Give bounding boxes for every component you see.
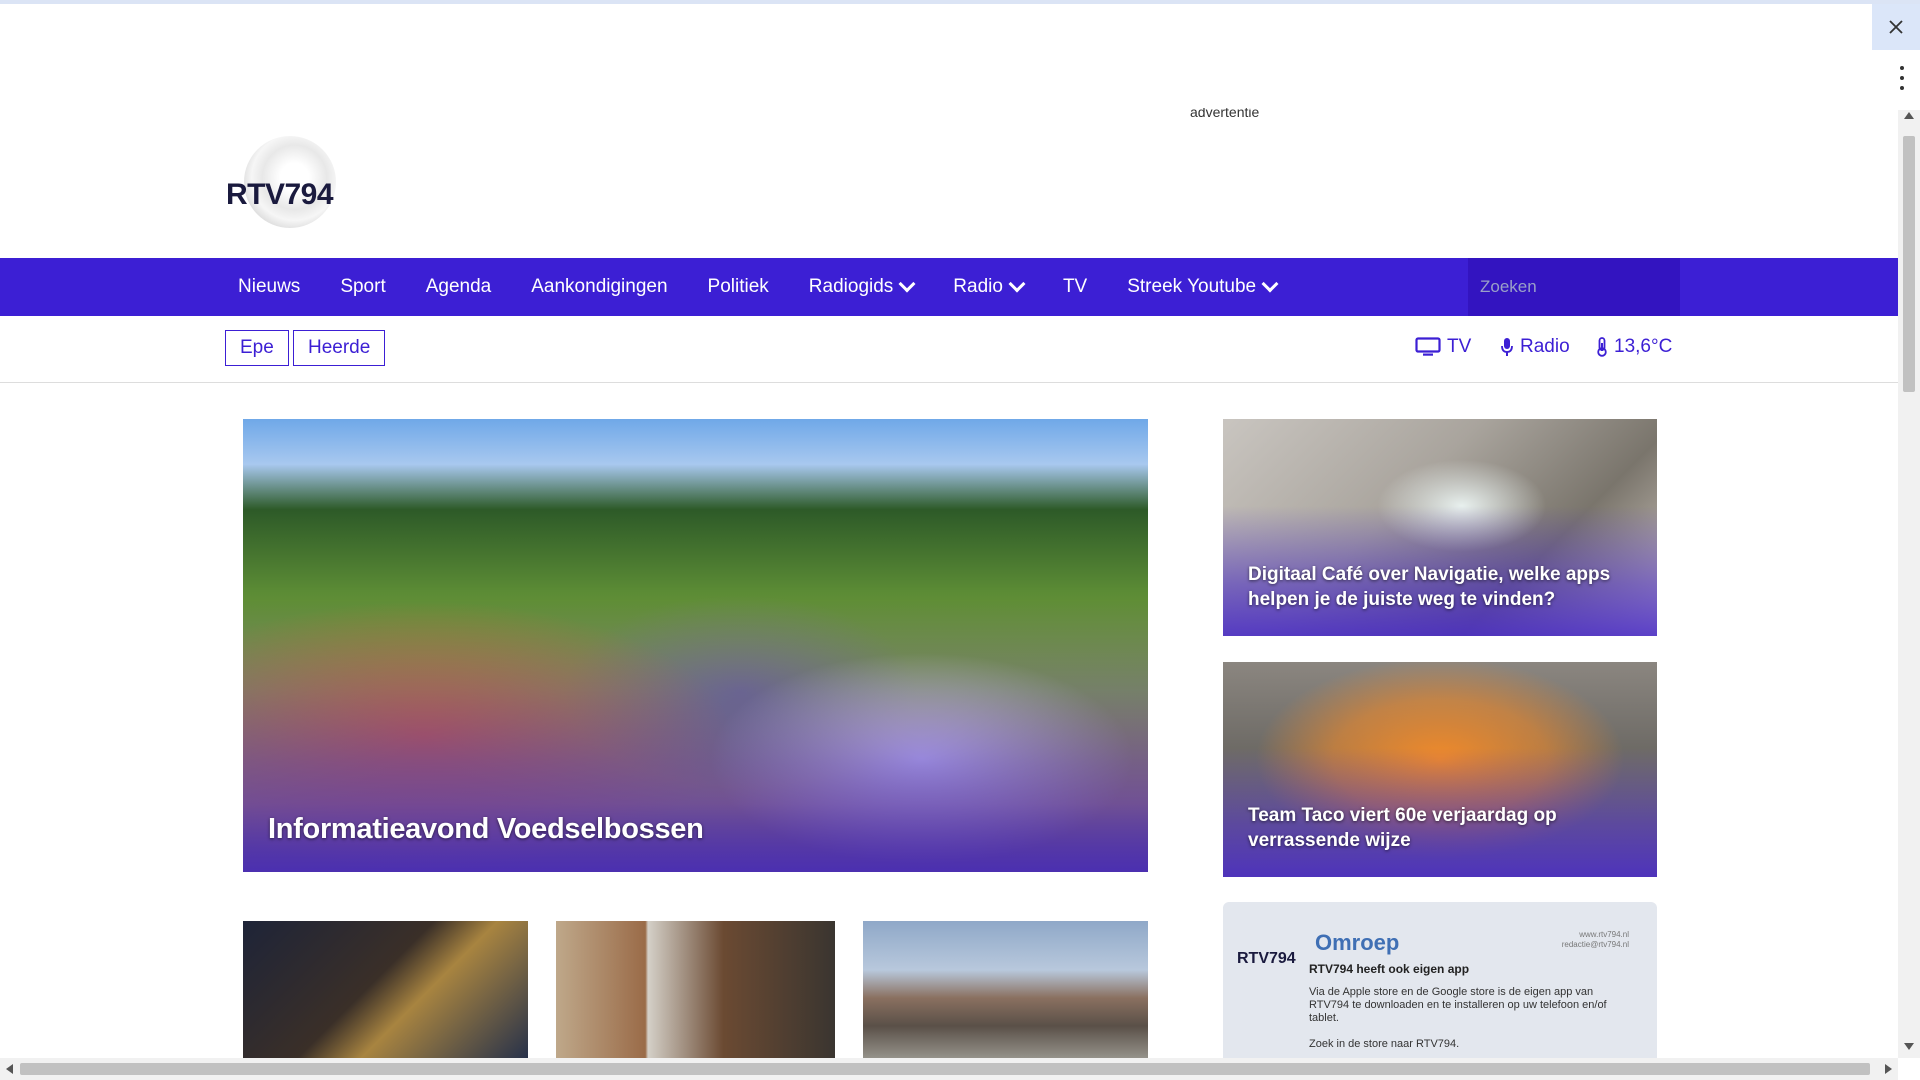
- kebab-dot-icon: [1900, 76, 1904, 80]
- sub-navigation: Epe Heerde TV Radio 13,6°C: [0, 316, 1898, 383]
- scroll-right-icon[interactable]: [1885, 1064, 1892, 1074]
- chevron-down-icon: [1261, 275, 1279, 293]
- app-promo-banner[interactable]: RTV794 Omroep www.rtv794.nl redactie@rtv…: [1223, 902, 1657, 1058]
- scrollbar-thumb[interactable]: [1903, 136, 1915, 392]
- search-input[interactable]: [1468, 258, 1680, 316]
- temperature-value: 13,6°C: [1614, 336, 1673, 357]
- logo-wordmark: RTV794: [226, 178, 334, 211]
- nav-item-nieuws[interactable]: Nieuws: [238, 276, 300, 298]
- promo-title: Omroep: [1315, 930, 1400, 955]
- weather-temperature: 13,6°C: [1596, 336, 1672, 358]
- nav-item-label: Aankondigingen: [531, 276, 668, 297]
- side-article-title-2: Team Taco viert 60e verjaardag op verras…: [1248, 805, 1557, 851]
- tv-link-label: TV: [1447, 336, 1472, 357]
- nav-item-sport[interactable]: Sport: [340, 276, 385, 298]
- chevron-down-icon: [898, 275, 916, 293]
- chevron-down-icon: [1008, 275, 1026, 293]
- kebab-dot-icon: [1900, 66, 1904, 70]
- close-button[interactable]: [1872, 4, 1920, 50]
- nav-item-aankondigingen[interactable]: Aankondigingen: [531, 276, 667, 298]
- close-icon: [1889, 20, 1903, 34]
- vertical-scrollbar[interactable]: [1898, 110, 1920, 1058]
- nav-item-label: Politiek: [707, 276, 769, 297]
- scrollbar-thumb[interactable]: [20, 1063, 1870, 1075]
- article-thumbnail-2[interactable]: [556, 921, 835, 1061]
- browser-viewport: advertentie RTV794 Nieuws Sport Agenda Aank…: [0, 0, 1920, 1080]
- side-article-card-1[interactable]: Digitaal Café over Navigatie, welke apps…: [1223, 419, 1657, 636]
- region-button-epe[interactable]: Epe: [225, 330, 289, 366]
- scroll-up-icon[interactable]: [1904, 112, 1914, 119]
- promo-cta: Zoek in de store naar RTV794.: [1309, 1038, 1460, 1050]
- thermometer-icon: [1597, 337, 1607, 357]
- nav-item-agenda[interactable]: Agenda: [426, 276, 492, 298]
- more-menu-button[interactable]: [1898, 66, 1906, 90]
- kebab-dot-icon: [1900, 86, 1904, 90]
- article-thumbnail-3[interactable]: [863, 921, 1148, 1061]
- advertisement-label: advertentie: [1190, 108, 1260, 120]
- nav-item-label: Agenda: [425, 276, 492, 297]
- tv-icon: [1415, 337, 1441, 356]
- promo-subtitle: RTV794 heeft ook eigen app: [1309, 962, 1470, 976]
- nav-item-label: Radiogids: [808, 276, 894, 297]
- horizontal-scrollbar[interactable]: [0, 1058, 1898, 1080]
- radio-link-label: Radio: [1520, 336, 1570, 357]
- tv-link[interactable]: TV: [1415, 336, 1471, 358]
- nav-item-tv[interactable]: TV: [1063, 276, 1087, 298]
- scroll-left-icon[interactable]: [6, 1064, 13, 1074]
- microphone-icon: [1501, 338, 1513, 356]
- radio-link[interactable]: Radio: [1500, 336, 1570, 358]
- promo-body: Via de Apple store en de Google store is…: [1309, 986, 1607, 1024]
- region-button-heerde[interactable]: Heerde: [293, 330, 386, 366]
- nav-item-radio[interactable]: Radio: [953, 275, 1026, 298]
- nav-item-label: Streek Youtube: [1127, 276, 1257, 297]
- article-thumbnail-1[interactable]: [243, 921, 528, 1061]
- side-article-card-2[interactable]: Team Taco viert 60e verjaardag op verras…: [1223, 662, 1657, 877]
- nav-item-streek-youtube[interactable]: Streek Youtube: [1127, 275, 1279, 298]
- promo-contact: www.rtv794.nl redactie@rtv794.nl: [1562, 930, 1629, 950]
- hero-article-title: Informatieavond Voedselbossen: [268, 813, 704, 845]
- nav-item-radiogids[interactable]: Radiogids: [808, 275, 916, 298]
- hero-article-card[interactable]: Informatieavond Voedselbossen: [243, 419, 1148, 872]
- main-navigation: Nieuws Sport Agenda Aankondigingen Politiek R…: [0, 258, 1898, 316]
- nav-item-label: Nieuws: [238, 276, 301, 297]
- promo-url: www.rtv794.nl: [1579, 930, 1629, 939]
- nav-item-label: Radio: [953, 276, 1003, 297]
- nav-item-label: Sport: [340, 276, 386, 297]
- nav-item-label: TV: [1062, 276, 1088, 297]
- scroll-down-icon[interactable]: [1904, 1043, 1914, 1050]
- nav-item-politiek[interactable]: Politiek: [708, 276, 769, 298]
- nav-menu: Nieuws Sport Agenda Aankondigingen Politiek R…: [238, 258, 1316, 316]
- promo-email: redactie@rtv794.nl: [1561, 940, 1629, 949]
- site-logo[interactable]: RTV794: [224, 130, 342, 234]
- side-article-title-1: Digitaal Café over Navigatie, welke apps…: [1248, 564, 1611, 610]
- browser-top-edge: [0, 0, 1920, 4]
- promo-logo: RTV794: [1237, 950, 1296, 967]
